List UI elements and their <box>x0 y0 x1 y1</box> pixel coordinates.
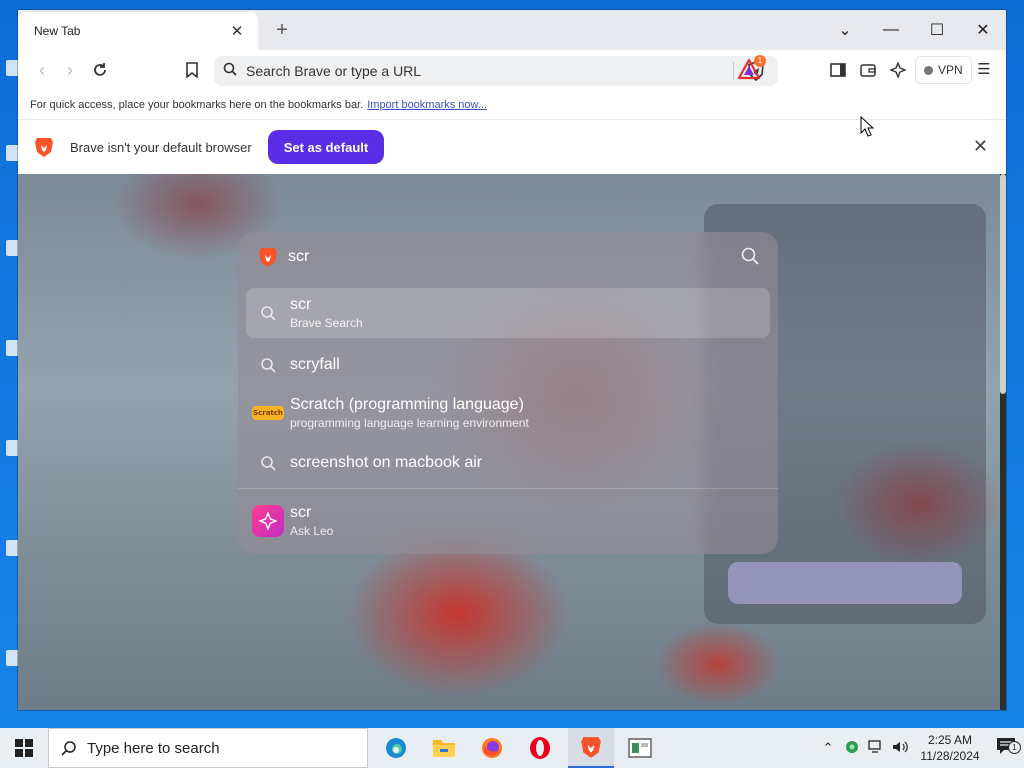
windows-logo-icon <box>15 739 33 757</box>
forward-button[interactable]: › <box>58 58 82 82</box>
tab-new-tab[interactable]: New Tab ✕ <box>18 12 258 50</box>
reload-icon <box>94 63 106 76</box>
omnibox-input[interactable] <box>288 248 708 266</box>
leo-ai-icon[interactable] <box>886 58 910 82</box>
suggestion-title: scryfall <box>290 356 340 373</box>
tab-search-chevron-icon[interactable]: ⌄ <box>822 20 868 40</box>
brave-icon[interactable] <box>568 728 614 768</box>
browser-window: New Tab ✕ + ⌄ — ☐ ✕ ‹ › Search Brave or … <box>18 10 1006 710</box>
rewards-badge: 1 <box>754 55 766 67</box>
suggestion-item-ask-leo[interactable]: scr Ask Leo <box>246 496 770 546</box>
scratch-logo-icon: Scratch <box>246 406 290 420</box>
vpn-status-icon <box>924 65 933 75</box>
search-icon <box>246 305 290 321</box>
edge-icon[interactable] <box>376 728 416 768</box>
brave-lion-icon <box>35 138 53 157</box>
network-app-icon[interactable] <box>840 739 864 758</box>
bookmarks-bar: For quick access, place your bookmarks h… <box>18 90 1006 120</box>
new-tab-button[interactable]: + <box>270 18 294 42</box>
network-icon[interactable] <box>864 739 888 757</box>
omnibox-input-row <box>238 232 778 282</box>
leo-icon <box>246 505 290 537</box>
maximize-button[interactable]: ☐ <box>914 20 960 40</box>
taskbar-search-box[interactable]: Type here to search <box>48 728 368 768</box>
file-explorer-icon[interactable] <box>424 728 464 768</box>
bookmarks-bar-message: For quick access, place your bookmarks h… <box>30 98 364 111</box>
infobar-close-icon[interactable]: ✕ <box>973 136 988 157</box>
infobar-message: Brave isn't your default browser <box>70 139 252 155</box>
back-button[interactable]: ‹ <box>30 58 54 82</box>
search-icon <box>214 62 246 81</box>
notification-count-badge: 1 <box>1008 740 1021 754</box>
suggestion-item[interactable]: Scratch Scratch (programming language) p… <box>246 388 770 438</box>
menu-hamburger-icon[interactable]: ☰ <box>972 58 996 82</box>
bookmark-button[interactable] <box>180 58 204 82</box>
suggestion-subtitle: Brave Search <box>290 316 363 330</box>
app-window-icon[interactable] <box>620 728 660 768</box>
suggestion-title: scr <box>290 504 312 521</box>
set-as-default-button[interactable]: Set as default <box>267 130 385 164</box>
search-icon <box>61 741 76 756</box>
search-icon <box>246 357 290 373</box>
clock[interactable]: 2:25 AM 11/28/2024 <box>912 732 988 764</box>
search-icon <box>246 455 290 471</box>
tab-strip: New Tab ✕ + ⌄ — ☐ ✕ <box>18 10 1006 50</box>
taskbar: Type here to search ⌃ 2:25 AM 11/28/2024 <box>0 728 1024 768</box>
omnibox-dropdown: scr Brave Search scryfall Scratch Scratc… <box>238 232 778 554</box>
scrollbar-thumb[interactable] <box>1000 174 1006 394</box>
suggestion-subtitle: programming language learning environmen… <box>290 416 529 430</box>
leo-icon <box>252 505 284 537</box>
tab-close-icon[interactable]: ✕ <box>228 22 246 40</box>
window-controls: ⌄ — ☐ ✕ <box>822 10 1006 50</box>
volume-icon[interactable] <box>888 740 912 757</box>
minimize-button[interactable]: — <box>868 21 914 39</box>
vpn-label: VPN <box>938 63 963 77</box>
address-bar-placeholder: Search Brave or type a URL <box>246 63 422 79</box>
chevron-up-icon[interactable]: ⌃ <box>816 740 840 756</box>
omnibox-divider <box>238 488 778 489</box>
reload-button[interactable] <box>88 58 112 82</box>
import-bookmarks-link[interactable]: Import bookmarks now... <box>367 99 487 111</box>
address-bar[interactable]: Search Brave or type a URL <box>214 56 778 86</box>
brave-lion-icon <box>259 248 277 267</box>
search-icon[interactable] <box>740 246 762 268</box>
notification-center-icon[interactable]: 1 <box>988 737 1024 760</box>
close-window-button[interactable]: ✕ <box>960 20 1006 40</box>
suggestion-title: scr <box>290 296 312 313</box>
brave-rewards-button[interactable]: 1 <box>737 55 766 82</box>
suggestion-item[interactable]: scryfall <box>246 340 770 390</box>
new-tab-page: scr Brave Search scryfall Scratch Scratc… <box>18 174 1006 710</box>
clock-time: 2:25 AM <box>927 733 973 747</box>
suggestion-title: Scratch (programming language) <box>290 396 524 413</box>
vpn-button[interactable]: VPN <box>915 56 972 84</box>
suggestion-item[interactable]: screenshot on macbook air <box>246 438 770 488</box>
bookmark-icon <box>186 62 198 79</box>
clock-date: 11/28/2024 <box>920 749 980 763</box>
suggestion-title: screenshot on macbook air <box>290 454 483 471</box>
firefox-icon[interactable] <box>472 728 512 768</box>
default-browser-infobar: Brave isn't your default browser Set as … <box>18 120 1006 174</box>
address-bar-divider <box>733 62 734 80</box>
taskbar-search-placeholder: Type here to search <box>87 739 220 757</box>
suggestion-item[interactable]: scr Brave Search <box>246 288 770 338</box>
ntp-widget-button[interactable] <box>728 562 962 604</box>
suggestion-subtitle: Ask Leo <box>290 524 334 538</box>
scrollbar[interactable] <box>1000 174 1006 710</box>
toolbar: ‹ › Search Brave or type a URL 1 VPN ☰ <box>18 50 1006 90</box>
opera-icon[interactable] <box>520 728 560 768</box>
tab-title: New Tab <box>34 24 81 38</box>
wallet-icon[interactable] <box>856 58 880 82</box>
sidebar-toggle-icon[interactable] <box>826 58 850 82</box>
system-tray: ⌃ 2:25 AM 11/28/2024 1 <box>816 728 1024 768</box>
mouse-cursor-icon <box>860 116 874 137</box>
start-button[interactable] <box>0 728 48 768</box>
scratch-logo: Scratch <box>252 406 284 420</box>
